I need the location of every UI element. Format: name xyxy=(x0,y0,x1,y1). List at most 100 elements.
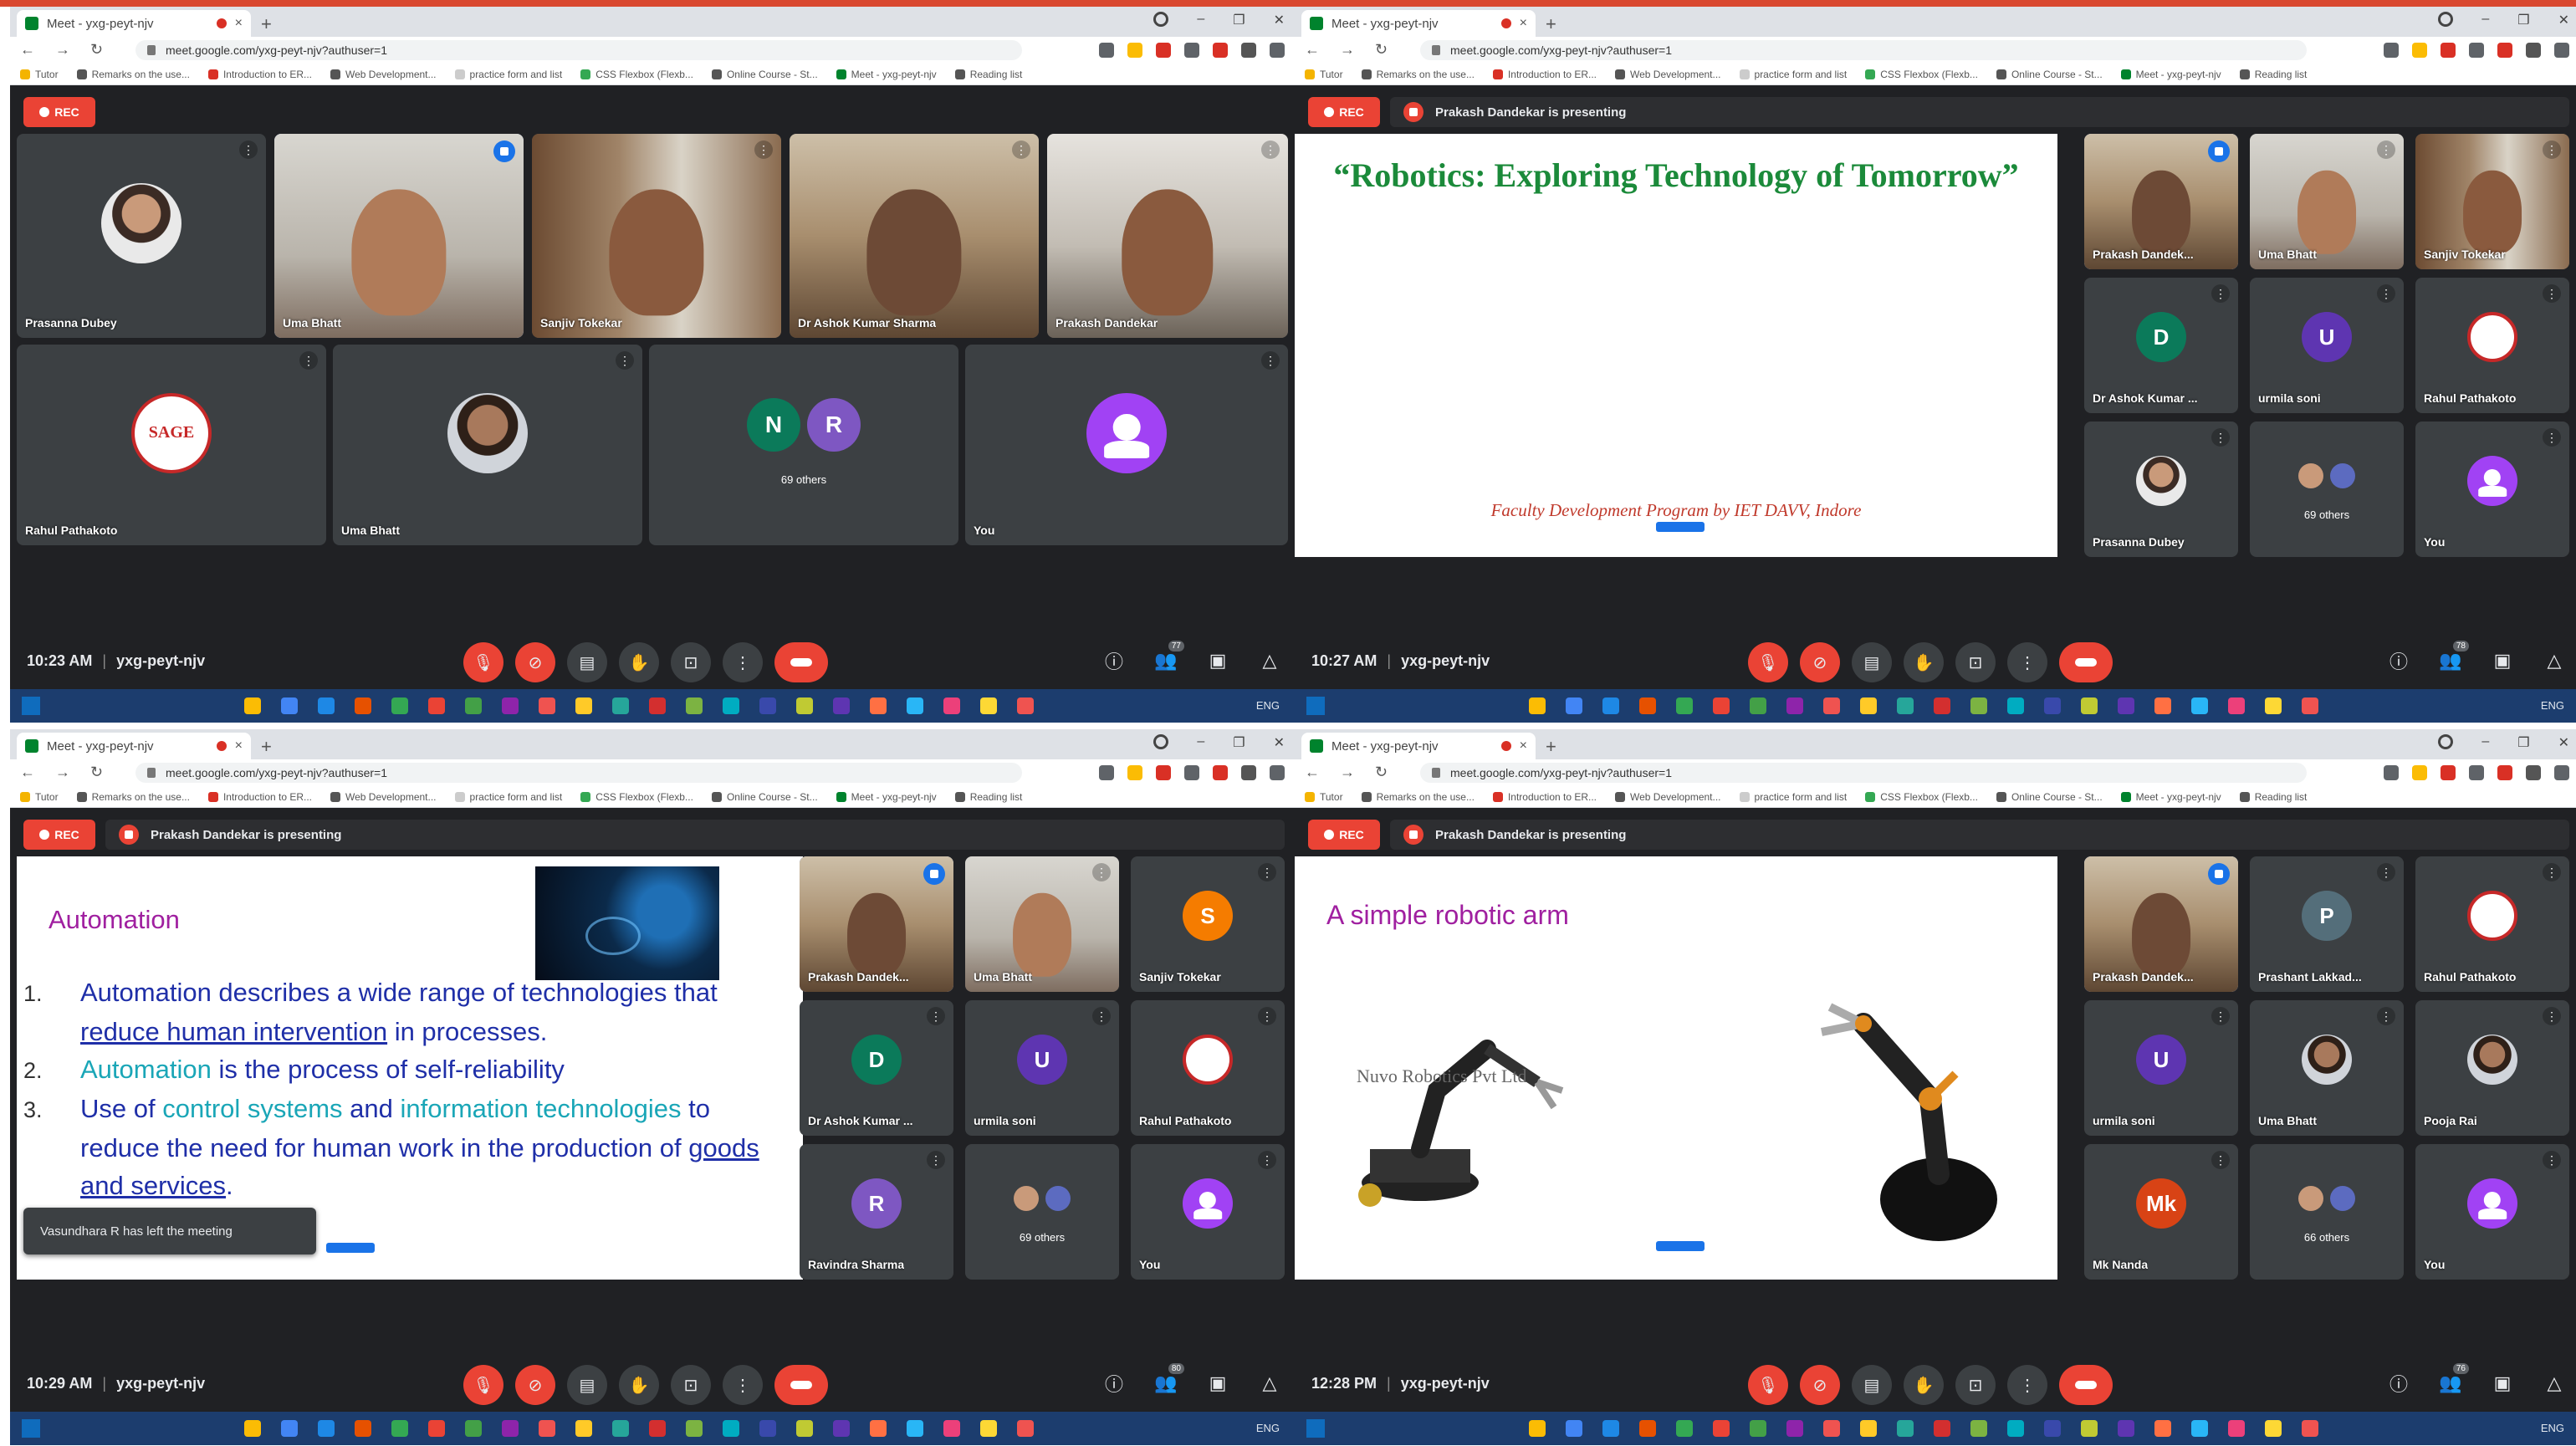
chat-icon[interactable]: ▣ xyxy=(1206,649,1229,672)
taskbar-app-icon[interactable] xyxy=(1934,1420,1950,1437)
bookmark-item[interactable]: Meet - yxg-peyt-njv xyxy=(2120,791,2221,803)
taskbar-app-icon[interactable] xyxy=(281,697,298,714)
bookmark-item[interactable]: CSS Flexbox (Flexb... xyxy=(580,69,693,80)
start-button-icon[interactable] xyxy=(1306,697,1325,715)
meeting-details-icon[interactable]: ⓘ xyxy=(1102,1372,1126,1395)
presenting-banner[interactable]: Prakash Dandekar is presenting xyxy=(105,820,1285,850)
participant-tile[interactable]: 69 others xyxy=(2250,422,2404,557)
leave-call-button[interactable] xyxy=(774,1365,828,1405)
participant-tile[interactable]: ⋮ You xyxy=(965,345,1288,545)
tab-close-button[interactable]: × xyxy=(1520,16,1527,31)
forward-button[interactable]: → xyxy=(1340,764,1355,781)
bookmark-item[interactable]: practice form and list xyxy=(454,791,562,803)
participant-tile[interactable]: ⋮ Rahul Pathakoto xyxy=(1131,1000,1285,1136)
taskbar-app-icon[interactable] xyxy=(1970,697,1987,714)
taskbar-app-icon[interactable] xyxy=(1566,1420,1582,1437)
taskbar-app-icon[interactable] xyxy=(870,697,887,714)
mic-toggle-button[interactable]: 🎙 xyxy=(1748,1365,1788,1405)
minimize-button[interactable]: – xyxy=(1197,12,1204,28)
extension-icon[interactable] xyxy=(2526,43,2541,58)
taskbar-app-icon[interactable] xyxy=(943,1420,960,1437)
taskbar-app-icon[interactable] xyxy=(391,697,408,714)
taskbar-app-icon[interactable] xyxy=(244,1420,261,1437)
bookmark-item[interactable]: Web Development... xyxy=(330,69,437,80)
taskbar-app-icon[interactable] xyxy=(759,697,776,714)
present-now-button[interactable]: ⊡ xyxy=(671,1365,711,1405)
presenting-banner[interactable]: Prakash Dandekar is presenting xyxy=(1390,97,2569,127)
participant-tile[interactable]: Prakash Dandek... xyxy=(2084,856,2238,992)
participant-tile[interactable]: ⋮ Prasanna Dubey xyxy=(17,134,266,338)
people-icon[interactable]: 👥 78 xyxy=(2439,641,2469,672)
taskbar-app-icon[interactable] xyxy=(2154,1420,2171,1437)
leave-call-button[interactable] xyxy=(2059,1365,2113,1405)
taskbar-app-icon[interactable] xyxy=(1713,697,1730,714)
activities-icon[interactable]: △ xyxy=(2543,649,2566,672)
slide-action-chip[interactable] xyxy=(326,1243,375,1253)
extension-icon[interactable] xyxy=(1213,765,1228,780)
taskbar-app-icon[interactable] xyxy=(2265,697,2282,714)
participant-tile[interactable]: P ⋮ Prashant Lakkad... xyxy=(2250,856,2404,992)
taskbar-app-icon[interactable] xyxy=(1602,1420,1619,1437)
participant-tile[interactable]: Prakash Dandek... xyxy=(2084,134,2238,269)
maximize-button[interactable]: ❐ xyxy=(2517,12,2529,28)
people-icon[interactable]: 👥 76 xyxy=(2439,1363,2469,1395)
slide-action-chip[interactable] xyxy=(1656,1241,1705,1251)
extension-icon[interactable] xyxy=(2384,765,2399,780)
extension-icon[interactable] xyxy=(1270,43,1285,58)
taskbar-app-icon[interactable] xyxy=(759,1420,776,1437)
taskbar-app-icon[interactable] xyxy=(1786,1420,1803,1437)
meeting-details-icon[interactable]: ⓘ xyxy=(2387,1372,2410,1395)
taskbar-app-icon[interactable] xyxy=(1750,1420,1766,1437)
bookmark-item[interactable]: Web Development... xyxy=(1615,69,1721,80)
people-icon[interactable]: 👥 80 xyxy=(1154,1363,1184,1395)
taskbar-app-icon[interactable] xyxy=(833,1420,850,1437)
captions-button[interactable]: ▤ xyxy=(1852,642,1892,682)
extension-icon[interactable] xyxy=(2441,43,2456,58)
taskbar-app-icon[interactable] xyxy=(723,1420,739,1437)
taskbar-app-icon[interactable] xyxy=(281,1420,298,1437)
taskbar-app-icon[interactable] xyxy=(1529,697,1546,714)
taskbar-app-icon[interactable] xyxy=(1566,697,1582,714)
extension-icon[interactable] xyxy=(1241,765,1256,780)
taskbar-app-icon[interactable] xyxy=(1713,1420,1730,1437)
taskbar-app-icon[interactable] xyxy=(2007,1420,2024,1437)
bookmark-item[interactable]: practice form and list xyxy=(1739,791,1847,803)
taskbar-app-icon[interactable] xyxy=(612,697,629,714)
more-options-button[interactable]: ⋮ xyxy=(723,1365,763,1405)
minimize-button[interactable]: – xyxy=(2481,12,2489,28)
forward-button[interactable]: → xyxy=(55,41,70,59)
taskbar-app-icon[interactable] xyxy=(391,1420,408,1437)
taskbar-app-icon[interactable] xyxy=(1823,697,1840,714)
omnibox[interactable]: meet.google.com/yxg-peyt-njv?authuser=1 xyxy=(135,40,1022,60)
browser-tab[interactable]: Meet - yxg-peyt-njv × xyxy=(1301,733,1536,759)
new-tab-button[interactable]: + xyxy=(261,736,272,758)
taskbar-app-icon[interactable] xyxy=(2228,1420,2245,1437)
bookmark-item[interactable]: Remarks on the use... xyxy=(1361,69,1475,80)
bullet-link[interactable]: reduce human intervention xyxy=(80,1017,387,1046)
participant-tile[interactable]: 69 others xyxy=(965,1144,1119,1280)
extension-icon[interactable] xyxy=(2412,765,2427,780)
more-options-button[interactable]: ⋮ xyxy=(2007,1365,2047,1405)
taskbar-app-icon[interactable] xyxy=(980,697,997,714)
bookmark-item[interactable]: Reading list xyxy=(2239,69,2307,80)
participant-tile[interactable]: ⋮ Uma Bhatt xyxy=(2250,1000,2404,1136)
bookmark-item[interactable]: Remarks on the use... xyxy=(1361,791,1475,803)
omnibox[interactable]: meet.google.com/yxg-peyt-njv?authuser=1 xyxy=(1420,40,2307,60)
activities-icon[interactable]: △ xyxy=(1258,649,1281,672)
bookmark-item[interactable]: Online Course - St... xyxy=(1996,791,2103,803)
forward-button[interactable]: → xyxy=(55,764,70,781)
present-now-button[interactable]: ⊡ xyxy=(1955,1365,1996,1405)
bookmark-item[interactable]: Introduction to ER... xyxy=(207,791,312,803)
extension-icon[interactable] xyxy=(2469,765,2484,780)
taskbar-app-icon[interactable] xyxy=(2191,1420,2208,1437)
participant-tile[interactable]: ⋮ You xyxy=(2415,1144,2569,1280)
participant-tile[interactable]: ⋮ Rahul Pathakoto xyxy=(2415,856,2569,992)
captions-button[interactable]: ▤ xyxy=(567,1365,607,1405)
taskbar-app-icon[interactable] xyxy=(2044,1420,2061,1437)
taskbar-app-icon[interactable] xyxy=(723,697,739,714)
mic-toggle-button[interactable]: 🎙 xyxy=(1748,642,1788,682)
participant-tile[interactable]: SAGE ⋮ Rahul Pathakoto xyxy=(17,345,326,545)
participant-tile[interactable]: ⋮ Uma Bhatt xyxy=(2250,134,2404,269)
browser-tab[interactable]: Meet - yxg-peyt-njv × xyxy=(1301,10,1536,37)
extension-icon[interactable] xyxy=(1156,765,1171,780)
